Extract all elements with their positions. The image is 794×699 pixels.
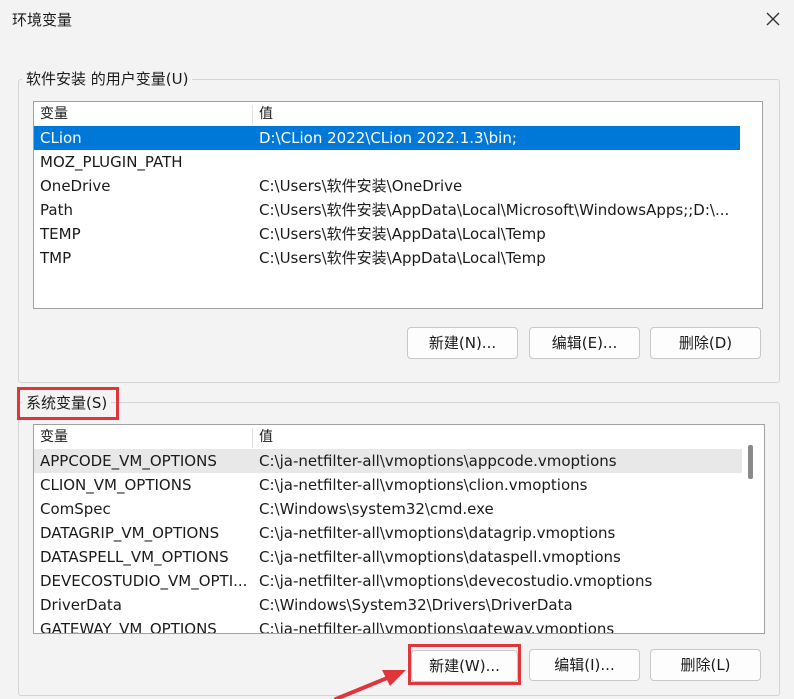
variable-value: C:\Users\软件安装\AppData\Local\Temp [259, 225, 546, 243]
column-header-value[interactable]: 值 [253, 425, 733, 449]
close-button[interactable] [760, 6, 786, 32]
variable-name: DriverData [40, 596, 122, 614]
user-var-row[interactable]: CLion D:\CLion 2022\CLion 2022.1.3\bin; [34, 126, 740, 150]
system-var-row[interactable]: DEVECOSTUDIO_VM_OPTI... C:\ja-netfilter-a… [34, 569, 742, 593]
system-vars-header: 变量 值 [34, 425, 764, 449]
variable-value: C:\Users\软件安装\AppData\Local\Microsoft\Wi… [259, 201, 730, 219]
user-delete-button[interactable]: 删除(D) [650, 327, 761, 359]
variable-name: GATEWAY_VM_OPTIONS [40, 620, 217, 634]
variable-value: D:\CLion 2022\CLion 2022.1.3\bin; [259, 129, 517, 147]
scrollbar-thumb[interactable] [748, 445, 753, 479]
user-new-button[interactable]: 新建(N)... [407, 327, 518, 359]
close-icon [766, 12, 780, 26]
variable-name: TEMP [40, 225, 81, 243]
variable-value: C:\Windows\system32\cmd.exe [259, 500, 494, 518]
user-edit-button[interactable]: 编辑(E)... [529, 327, 640, 359]
variable-value: C:\ja-netfilter-all\vmoptions\dataspell.… [259, 548, 621, 566]
system-var-row[interactable]: DATASPELL_VM_OPTIONS C:\ja-netfilter-all\… [34, 545, 742, 569]
variable-name: DEVECOSTUDIO_VM_OPTI... [40, 572, 248, 590]
variable-value: C:\ja-netfilter-all\vmoptions\devecostud… [259, 572, 653, 590]
variable-name: DATAGRIP_VM_OPTIONS [40, 524, 220, 542]
variable-value: C:\Users\软件安装\AppData\Local\Temp [259, 249, 546, 267]
variable-value: C:\ja-netfilter-all\vmoptions\gateway.vm… [259, 620, 615, 634]
column-header-name[interactable]: 变量 [34, 425, 252, 449]
user-vars-list[interactable]: 变量 值 CLion D:\CLion 2022\CLion 2022.1.3\b… [33, 101, 763, 309]
variable-value: C:\ja-netfilter-all\vmoptions\datagrip.v… [259, 524, 616, 542]
variable-value: C:\Windows\System32\Drivers\DriverData [259, 596, 573, 614]
user-vars-header: 变量 值 [34, 102, 762, 126]
window-title: 环境变量 [12, 11, 73, 29]
column-header-name[interactable]: 变量 [34, 102, 252, 126]
system-var-row[interactable]: CLION_VM_OPTIONS C:\ja-netfilter-all\vmop… [34, 473, 742, 497]
variable-name: DATASPELL_VM_OPTIONS [40, 548, 229, 566]
system-var-row[interactable]: DriverData C:\Windows\System32\Drivers\Dr… [34, 593, 742, 617]
system-vars-scrollbar[interactable] [742, 425, 762, 633]
variable-name: CLION_VM_OPTIONS [40, 476, 192, 494]
user-var-row[interactable]: TMP C:\Users\软件安装\AppData\Local\Temp [34, 246, 740, 270]
variable-name: CLion [40, 129, 82, 147]
system-var-row[interactable]: APPCODE_VM_OPTIONS C:\ja-netfilter-all\vm… [34, 449, 742, 473]
system-var-row[interactable]: GATEWAY_VM_OPTIONS C:\ja-netfilter-all\vm… [34, 617, 742, 634]
column-header-value[interactable]: 值 [253, 102, 753, 126]
system-edit-button[interactable]: 编辑(I)... [529, 649, 640, 681]
variable-value: C:\ja-netfilter-all\vmoptions\appcode.vm… [259, 452, 617, 470]
system-delete-button[interactable]: 删除(L) [650, 649, 761, 681]
user-var-row[interactable]: OneDrive C:\Users\软件安装\OneDrive [34, 174, 740, 198]
variable-name: MOZ_PLUGIN_PATH [40, 153, 183, 171]
variable-value: C:\Users\软件安装\OneDrive [259, 177, 463, 195]
system-var-row[interactable]: ComSpec C:\Windows\system32\cmd.exe [34, 497, 742, 521]
new-button-highlight [408, 644, 521, 685]
variable-value: C:\ja-netfilter-all\vmoptions\clion.vmop… [259, 476, 588, 494]
user-var-row[interactable]: Path C:\Users\软件安装\AppData\Local\Microsof… [34, 198, 740, 222]
variable-name: APPCODE_VM_OPTIONS [40, 452, 217, 470]
variable-name: TMP [40, 249, 72, 267]
system-var-row[interactable]: DATAGRIP_VM_OPTIONS C:\ja-netfilter-all\v… [34, 521, 742, 545]
variable-name: OneDrive [40, 177, 111, 195]
variable-name: Path [40, 201, 73, 219]
user-var-row[interactable]: TEMP C:\Users\软件安装\AppData\Local\Temp [34, 222, 740, 246]
system-vars-list[interactable]: 变量 值 APPCODE_VM_OPTIONS C:\ja-netfilter-a… [33, 424, 765, 634]
user-var-row[interactable]: MOZ_PLUGIN_PATH [34, 150, 740, 174]
variable-name: ComSpec [40, 500, 111, 518]
user-vars-label: 软件安装 的用户变量(U) [22, 69, 193, 89]
system-vars-label-highlight [17, 387, 119, 420]
